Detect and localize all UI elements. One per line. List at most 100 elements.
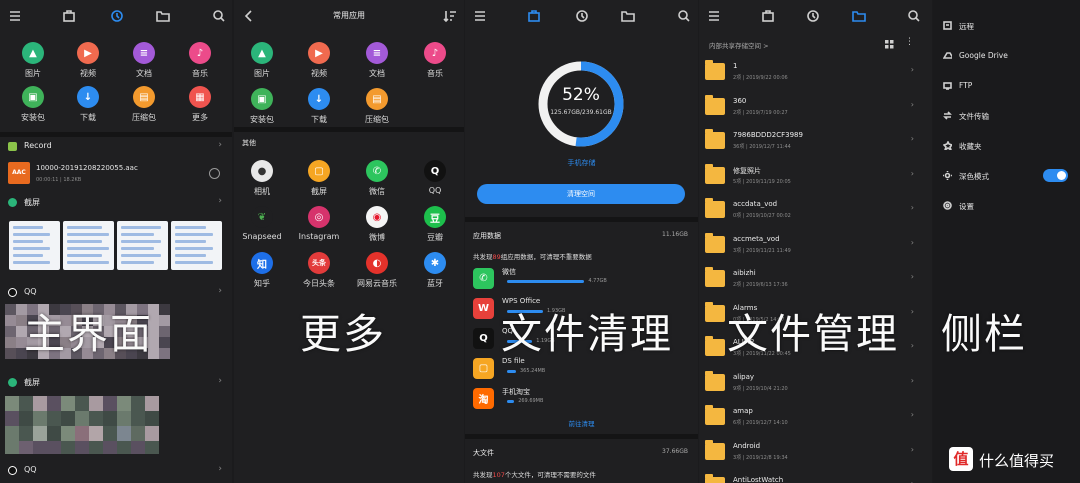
app-icon: Q bbox=[473, 328, 494, 349]
more-options-icon[interactable]: ⋮ bbox=[905, 37, 914, 47]
folder-icon[interactable] bbox=[156, 9, 170, 23]
screenshot-thumbnail[interactable] bbox=[9, 221, 60, 270]
common-app-label: 下载 bbox=[311, 115, 327, 124]
screenshot-thumbnail[interactable] bbox=[117, 221, 168, 270]
sidebar-item[interactable]: 远程 bbox=[943, 18, 1073, 34]
recent-icon[interactable] bbox=[575, 9, 589, 23]
common-app-2[interactable]: ≡ 文档 bbox=[353, 42, 401, 79]
sidebar-item[interactable]: 收藏夹 bbox=[943, 138, 1073, 154]
folder-icon[interactable] bbox=[621, 9, 635, 23]
blurred-screenshot-images bbox=[5, 396, 172, 454]
thumbnail-line bbox=[175, 226, 206, 229]
recent-icon[interactable] bbox=[110, 9, 124, 23]
sidebar-item[interactable]: Google Drive bbox=[943, 48, 1073, 64]
folder-row[interactable]: accmeta_vod 3项 | 2019/11/21 11:49 › bbox=[699, 230, 932, 264]
app-icon: W bbox=[473, 298, 494, 319]
blurred-pixel bbox=[5, 326, 16, 337]
folder-row[interactable]: 7986BDDD2CF3989 36项 | 2019/12/7 11:44 › bbox=[699, 126, 932, 160]
category-app-2[interactable]: ≡ 文档 bbox=[120, 42, 168, 79]
qq-section-header[interactable]: QQ › bbox=[0, 286, 232, 300]
blurred-pixel bbox=[117, 441, 131, 454]
record-file-name[interactable]: 10000-20191208220055.aac bbox=[36, 164, 138, 172]
other-app-2[interactable]: ✆ 微信 bbox=[353, 160, 401, 197]
breadcrumb[interactable]: 内部共享存储空间 > bbox=[709, 40, 769, 50]
common-app-1[interactable]: ▶ 视频 bbox=[295, 42, 343, 79]
qq2-section-header[interactable]: QQ › bbox=[0, 464, 232, 478]
screenshot-thumbnail[interactable] bbox=[171, 221, 222, 270]
phone-storage-label[interactable]: 手机存储 bbox=[465, 158, 698, 168]
category-icon[interactable] bbox=[761, 9, 775, 23]
folder-icon bbox=[705, 370, 725, 391]
other-app-11[interactable]: ✱ 蓝牙 bbox=[411, 252, 459, 289]
other-app-0[interactable]: ● 相机 bbox=[238, 160, 286, 197]
dark-mode-toggle[interactable] bbox=[1043, 169, 1068, 182]
recent-icon[interactable] bbox=[806, 9, 820, 23]
menu-icon[interactable] bbox=[473, 9, 487, 23]
goto-clean-link[interactable]: 前往清理 bbox=[465, 418, 698, 428]
category-app-3[interactable]: ♪ 音乐 bbox=[176, 42, 224, 79]
category-app-0[interactable]: ▲ 图片 bbox=[9, 42, 57, 79]
category-app-6[interactable]: ▤ 压缩包 bbox=[120, 86, 168, 123]
other-app-1[interactable]: ▢ 截屏 bbox=[295, 160, 343, 197]
category-app-1[interactable]: ▶ 视频 bbox=[64, 42, 112, 79]
category-icon[interactable] bbox=[527, 9, 541, 23]
folder-row[interactable]: alipay 9项 | 2019/10/4 21:20 › bbox=[699, 368, 932, 402]
drive-icon bbox=[943, 52, 952, 59]
chevron-right-icon: › bbox=[910, 134, 914, 143]
category-app-7[interactable]: ▦ 更多 bbox=[176, 86, 224, 123]
grid-view-icon[interactable] bbox=[885, 40, 894, 49]
other-app-icon: ◎ bbox=[308, 206, 330, 228]
common-app-3[interactable]: ♪ 音乐 bbox=[411, 42, 459, 79]
common-app-5[interactable]: ↓ 下载 bbox=[295, 88, 343, 125]
other-app-3[interactable]: Q QQ bbox=[411, 160, 459, 195]
folder-row[interactable]: amap 6项 | 2019/12/7 14:10 › bbox=[699, 402, 932, 436]
category-app-4[interactable]: ▣ 安装包 bbox=[9, 86, 57, 123]
other-app-10[interactable]: ◐ 网易云音乐 bbox=[353, 252, 401, 289]
folder-row[interactable]: aibizhi 2项 | 2019/6/13 17:36 › bbox=[699, 264, 932, 298]
sidebar-item[interactable]: 深色模式 bbox=[943, 168, 1073, 184]
screenshot2-section-header[interactable]: 截屏 › bbox=[0, 376, 232, 390]
screenshot-section-header[interactable]: 截屏 › bbox=[0, 196, 232, 210]
sidebar-item[interactable]: FTP bbox=[943, 78, 1073, 94]
app-data-item[interactable]: ✆ 微信 4.77GB bbox=[473, 266, 688, 292]
folder-icon[interactable] bbox=[852, 9, 866, 23]
search-icon[interactable] bbox=[212, 9, 226, 23]
category-app-icon: ▣ bbox=[22, 86, 44, 108]
folder-row[interactable]: 修复照片 5项 | 2019/11/19 20:05 › bbox=[699, 161, 932, 195]
found-suffix: 组应用数据，可清理不重要数据 bbox=[500, 253, 592, 261]
other-app-7[interactable]: 豆豆瓣 bbox=[411, 206, 459, 243]
other-app-8[interactable]: 知知乎 bbox=[238, 252, 286, 289]
search-icon[interactable] bbox=[907, 9, 921, 23]
blurred-pixel bbox=[5, 304, 16, 315]
common-app-6[interactable]: ▤ 压缩包 bbox=[353, 88, 401, 125]
thumbnail-line bbox=[175, 247, 213, 250]
thumbnail-line bbox=[121, 247, 154, 250]
select-checkbox[interactable] bbox=[209, 168, 220, 179]
screenshot-thumbnail[interactable] bbox=[63, 221, 114, 270]
sidebar-item[interactable]: 文件传输 bbox=[943, 108, 1073, 124]
sort-icon[interactable] bbox=[443, 9, 457, 23]
folder-row[interactable]: 360 2项 | 2019/7/19 00:27 › bbox=[699, 92, 932, 126]
other-app-9[interactable]: 头条 今日头条 bbox=[295, 252, 343, 289]
more-screen-panel: 常用应用 ▲ 图片 ▶ 视频 ≡ 文档 ♪ 音乐 ▣ 安装包 ↓ 下载 ▤ 压缩包 其他 ● 相机 ▢ 截屏 ✆ 微… bbox=[234, 0, 464, 483]
folder-row[interactable]: AntiLostWatch › bbox=[699, 471, 932, 483]
category-icon[interactable] bbox=[62, 9, 76, 23]
other-app-5[interactable]: ◎ Instagram bbox=[295, 206, 343, 241]
common-app-0[interactable]: ▲ 图片 bbox=[238, 42, 286, 79]
folder-row[interactable]: 1 2项 | 2019/9/22 00:06 › bbox=[699, 57, 932, 91]
search-icon[interactable] bbox=[677, 9, 691, 23]
category-app-5[interactable]: ↓ 下载 bbox=[64, 86, 112, 123]
menu-icon[interactable] bbox=[707, 9, 721, 23]
folder-row[interactable]: Android 3项 | 2019/12/8 19:34 › bbox=[699, 437, 932, 471]
app-data-item[interactable]: 淘手机淘宝 269.69MB bbox=[473, 386, 688, 412]
sidebar-item[interactable]: 设置 bbox=[943, 198, 1073, 214]
clean-space-button[interactable]: 清理空间 bbox=[477, 184, 685, 204]
common-app-4[interactable]: ▣ 安装包 bbox=[238, 88, 286, 125]
folder-row[interactable]: accdata_vod 0项 | 2019/10/27 00:02 › bbox=[699, 195, 932, 229]
menu-icon[interactable] bbox=[8, 9, 22, 23]
blurred-pixel bbox=[145, 411, 159, 426]
other-app-4[interactable]: ❦ Snapseed bbox=[238, 206, 286, 241]
blurred-pixel bbox=[61, 441, 75, 454]
record-section-header[interactable]: Record › bbox=[0, 140, 232, 154]
other-app-6[interactable]: ◉ 微博 bbox=[353, 206, 401, 243]
